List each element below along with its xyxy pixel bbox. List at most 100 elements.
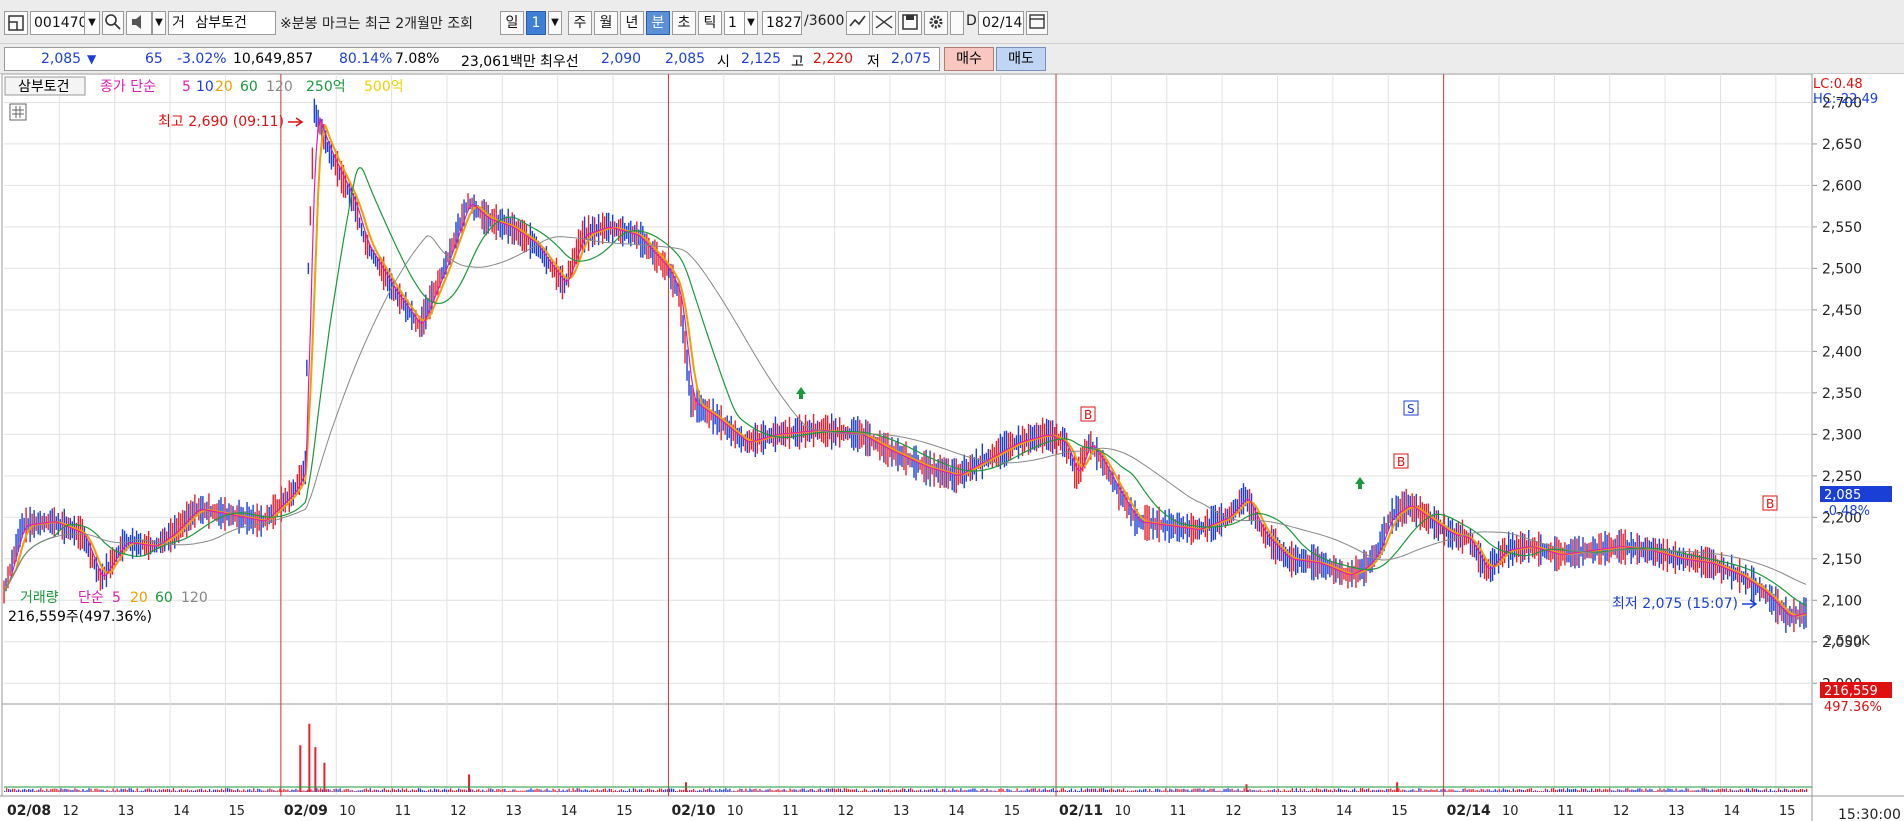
volume-bar	[873, 789, 876, 792]
volume-bar	[1753, 789, 1756, 792]
chart-type-icon[interactable]	[4, 11, 28, 35]
volume-bar	[735, 791, 737, 792]
time-tick-label: 14	[948, 804, 965, 819]
volume-bar	[1020, 790, 1022, 792]
interval-dropdown-icon[interactable]: ▼	[744, 11, 758, 35]
volume-bar	[1524, 790, 1527, 792]
ma60-line	[3, 167, 1807, 607]
day-count-dropdown-icon[interactable]: ▼	[548, 11, 562, 35]
volume-bar	[1086, 788, 1089, 792]
volume-bar	[66, 789, 68, 792]
day-count[interactable]: 1	[526, 11, 546, 35]
volume-bar	[990, 790, 992, 792]
volume-bar	[1010, 790, 1012, 792]
date-checkbox[interactable]	[950, 11, 964, 35]
volume-bar	[88, 788, 90, 792]
volume-bar	[974, 788, 976, 792]
volume-bar	[1462, 788, 1464, 792]
volume-bar	[198, 789, 201, 792]
volume-bar	[753, 788, 755, 792]
gear-icon[interactable]	[924, 11, 948, 35]
volume-bar	[451, 790, 454, 792]
volume-bar	[1080, 788, 1083, 792]
open-label: 시	[717, 54, 730, 70]
tab-day[interactable]: 일	[500, 11, 524, 35]
volume-bar	[1669, 788, 1671, 792]
volume-bar	[140, 790, 142, 792]
volume-bar	[1412, 789, 1414, 792]
volume-bar	[30, 789, 32, 792]
volume-bar	[214, 789, 217, 792]
sell-button[interactable]: 매도	[996, 47, 1046, 71]
volume-bar	[1370, 790, 1372, 792]
volume-bar	[24, 788, 26, 792]
quote-box: 2,085 ▼ 65 -3.02% 10,649,857 80.14% 7.08…	[4, 47, 940, 71]
volume-bar	[958, 790, 960, 792]
volume-bar	[233, 790, 235, 792]
volume-bar	[709, 788, 711, 792]
save-icon[interactable]	[898, 11, 922, 35]
volume-bar	[1255, 790, 1257, 792]
volume-bar	[1572, 789, 1575, 792]
volume-bar	[182, 790, 185, 792]
tab-tick[interactable]: 틱	[698, 11, 722, 35]
chart-tool-icon[interactable]	[846, 11, 870, 35]
volume-bar	[118, 790, 120, 792]
speaker-icon[interactable]	[126, 11, 152, 35]
volume-bar	[325, 789, 327, 792]
b-marker-icon: B	[1393, 453, 1409, 469]
volume-bar	[496, 789, 498, 792]
code-dropdown-icon[interactable]: ▼	[84, 11, 100, 35]
price-chart[interactable]: 2,0002,0502,1002,1502,2002,2502,3002,350…	[0, 73, 1904, 821]
volume-bar	[1546, 789, 1549, 792]
search-icon[interactable]	[102, 11, 124, 35]
date-input[interactable]: 02/14	[978, 11, 1024, 35]
volume-bar	[934, 790, 936, 792]
tab-year[interactable]: 년	[620, 11, 644, 35]
volume-bar	[56, 788, 58, 792]
volume-bar	[1416, 790, 1418, 792]
volume-bar	[1038, 788, 1040, 792]
buy-button[interactable]: 매수	[944, 47, 994, 71]
volume-bar	[204, 789, 207, 792]
volume-bar	[1269, 790, 1271, 792]
tab-second[interactable]: 초	[672, 11, 696, 35]
volume-bar	[190, 789, 193, 792]
volume-bar	[839, 788, 841, 792]
volume-bar	[1331, 790, 1334, 792]
tab-month[interactable]: 월	[594, 11, 618, 35]
volume-bar	[946, 791, 948, 792]
count-input[interactable]: 1827	[762, 11, 802, 35]
volume-bar	[1349, 790, 1352, 792]
volume-bar	[343, 789, 345, 792]
table-icon[interactable]	[9, 103, 27, 121]
volume-bar	[1046, 789, 1048, 792]
time-tick-label: 12	[62, 804, 79, 819]
volume-bar	[1016, 788, 1018, 792]
volume-bar	[630, 791, 633, 792]
volume-bar	[1108, 789, 1111, 792]
tab-week[interactable]: 주	[568, 11, 592, 35]
volume-bar	[445, 789, 448, 792]
speaker-dropdown-icon[interactable]: ▼	[152, 11, 166, 35]
time-tick-label: 15	[228, 804, 245, 819]
volume-bar	[733, 790, 735, 792]
volume-bar	[1167, 790, 1169, 792]
volume-bar	[80, 790, 82, 792]
chart-area[interactable]: 2,0002,0502,1002,1502,2002,2502,3002,350…	[0, 73, 1904, 821]
volume-bar	[20, 790, 22, 792]
crosshair-icon[interactable]	[872, 11, 896, 35]
calendar-icon[interactable]	[1026, 11, 1048, 35]
volume-bar	[409, 790, 412, 792]
tab-minute[interactable]: 분	[646, 11, 670, 35]
stock-name-field[interactable]: 거 삼부토건	[168, 11, 276, 35]
low-label: 저	[867, 54, 880, 70]
volume-bar	[425, 791, 428, 792]
volume-bar	[1763, 789, 1766, 792]
volume-bar	[1291, 788, 1293, 792]
volume-bar	[407, 790, 410, 792]
volume-bar	[1335, 790, 1338, 792]
volume-bar	[1048, 789, 1050, 792]
volume-bar	[341, 790, 343, 792]
volume-bar	[488, 788, 490, 792]
